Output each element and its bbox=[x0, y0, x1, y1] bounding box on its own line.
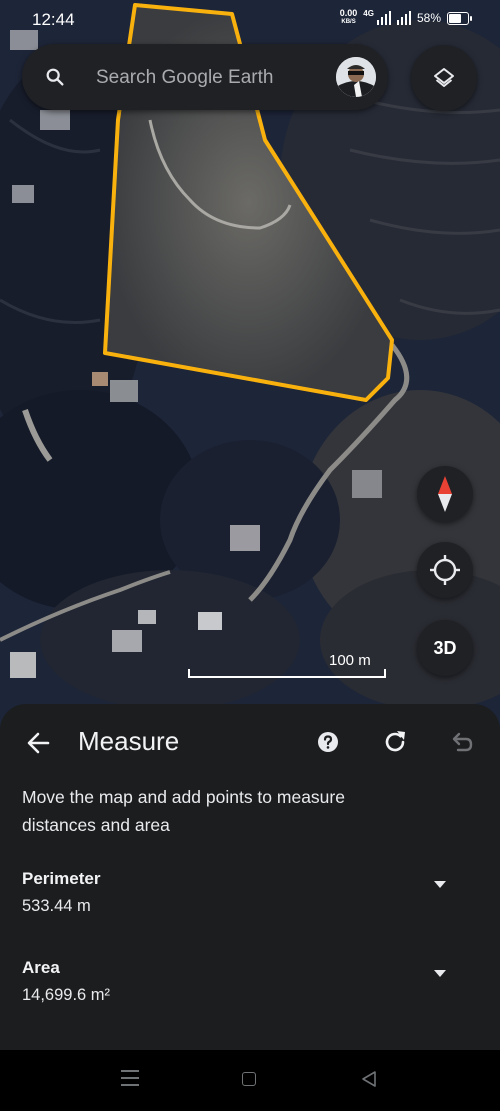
perimeter-dropdown-icon[interactable] bbox=[434, 881, 446, 888]
avatar[interactable] bbox=[336, 57, 376, 97]
perimeter-value: 533.44 m bbox=[22, 897, 91, 915]
compass-icon bbox=[438, 476, 452, 512]
network-speed: 0.00 KB/S bbox=[340, 9, 358, 27]
layers-button[interactable] bbox=[411, 45, 477, 111]
home-button[interactable] bbox=[242, 1072, 256, 1086]
search-icon[interactable] bbox=[44, 66, 66, 88]
network-speed-value: 0.00 bbox=[339, 8, 358, 18]
system-nav-bar bbox=[0, 1050, 500, 1111]
search-bar[interactable] bbox=[22, 44, 388, 110]
help-icon[interactable] bbox=[316, 730, 340, 754]
area-label: Area bbox=[22, 958, 60, 977]
measure-instructions: Move the map and add points to measure d… bbox=[22, 787, 345, 835]
search-input[interactable] bbox=[94, 62, 328, 94]
area-value: 14,699.6 m² bbox=[22, 986, 111, 1004]
profile-photo bbox=[336, 57, 376, 97]
scale-label: 100 m bbox=[329, 652, 371, 669]
signal-icon bbox=[376, 11, 391, 25]
panel-title: Measure bbox=[78, 726, 180, 756]
network-type: 4G bbox=[363, 9, 374, 18]
my-location-button[interactable] bbox=[417, 542, 473, 598]
undo-icon[interactable] bbox=[446, 727, 476, 757]
nav-back-icon[interactable] bbox=[360, 1070, 378, 1088]
refresh-icon[interactable] bbox=[380, 727, 410, 757]
layers-icon bbox=[434, 68, 454, 87]
compass-button[interactable] bbox=[417, 466, 473, 522]
view-3d-button[interactable]: 3D bbox=[417, 620, 473, 676]
network-speed-unit: KB/S bbox=[341, 19, 356, 25]
status-icons: 0.00 KB/S 4G 58% bbox=[340, 9, 472, 27]
battery-icon bbox=[447, 11, 472, 25]
measure-header: Measure bbox=[0, 704, 500, 780]
arrow-left-icon bbox=[27, 732, 50, 754]
status-time: 12:44 bbox=[32, 10, 75, 29]
perimeter-row[interactable]: Perimeter 533.44 m bbox=[22, 869, 478, 929]
status-bar: 12:44 0.00 KB/S 4G 58% bbox=[0, 0, 500, 44]
scale-bar bbox=[188, 669, 386, 678]
signal-2-icon bbox=[396, 11, 411, 25]
area-dropdown-icon[interactable] bbox=[434, 970, 446, 977]
battery-percent: 58% bbox=[416, 11, 441, 25]
area-row[interactable]: Area 14,699.6 m² bbox=[22, 958, 478, 1018]
perimeter-label: Perimeter bbox=[22, 869, 101, 888]
recents-button[interactable] bbox=[121, 1070, 139, 1086]
map-scale: 100 m bbox=[188, 652, 388, 680]
back-button[interactable] bbox=[22, 726, 56, 760]
my-location-icon bbox=[430, 555, 460, 585]
measure-panel: Measure Move the map and add points to m… bbox=[0, 704, 500, 1050]
